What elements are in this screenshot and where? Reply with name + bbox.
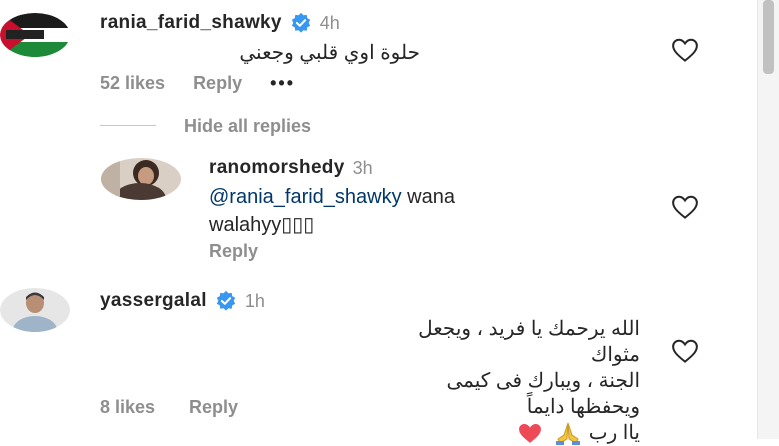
more-dots-icon[interactable]: •••: [270, 73, 295, 94]
verified-badge-icon: [216, 290, 235, 311]
verified-badge-icon: [291, 12, 310, 33]
avatar-ranomorshedy[interactable]: [100, 157, 182, 201]
reply-text: wana: [401, 186, 455, 208]
comment-text-line2: الجنة ، ويبارك فى كيمى ويحفظها دايماً: [446, 370, 640, 418]
reply-button[interactable]: Reply: [189, 397, 238, 418]
reply-username[interactable]: ranomorshedy: [209, 157, 345, 179]
avatar-yassergalal[interactable]: [0, 288, 70, 332]
comment-username[interactable]: rania_farid_shawky: [100, 12, 282, 34]
hide-replies-line: [100, 125, 156, 126]
reply-button[interactable]: Reply: [193, 73, 242, 94]
heart-outline-icon[interactable]: [668, 35, 702, 65]
mention-link[interactable]: @rania_farid_shawky: [209, 186, 402, 208]
likes-count[interactable]: 8 likes: [100, 397, 155, 418]
folded-hands-emoji: [555, 422, 580, 445]
scrollbar-thumb[interactable]: [763, 0, 774, 74]
avatar-rania[interactable]: [0, 13, 70, 57]
comment-text-line3: ياا رب: [588, 422, 640, 444]
comment-username[interactable]: yassergalal: [100, 290, 207, 312]
reply-time: 3h: [352, 157, 373, 178]
reply-button[interactable]: Reply: [209, 241, 258, 262]
comment-text-line1: الله يرحمك يا فريد ، ويجعل مثواك: [418, 318, 640, 366]
comment-time: 4h: [319, 12, 340, 33]
user-photo-avatar: [101, 158, 181, 200]
user-photo-avatar: [0, 288, 70, 332]
scrollbar-track[interactable]: [757, 0, 779, 439]
reply-text-line2: walahyy▯▯▯: [209, 214, 315, 236]
palestine-flag-avatar: [0, 13, 70, 57]
comment-text: حلوة اوي قلبي وجعني: [239, 42, 420, 64]
hide-replies-button[interactable]: Hide all replies: [184, 116, 311, 137]
comment-time: 1h: [244, 290, 265, 311]
heart-outline-icon[interactable]: [668, 336, 702, 366]
red-heart-emoji: [518, 424, 541, 443]
heart-outline-icon[interactable]: [668, 192, 702, 222]
likes-count[interactable]: 52 likes: [100, 73, 165, 94]
